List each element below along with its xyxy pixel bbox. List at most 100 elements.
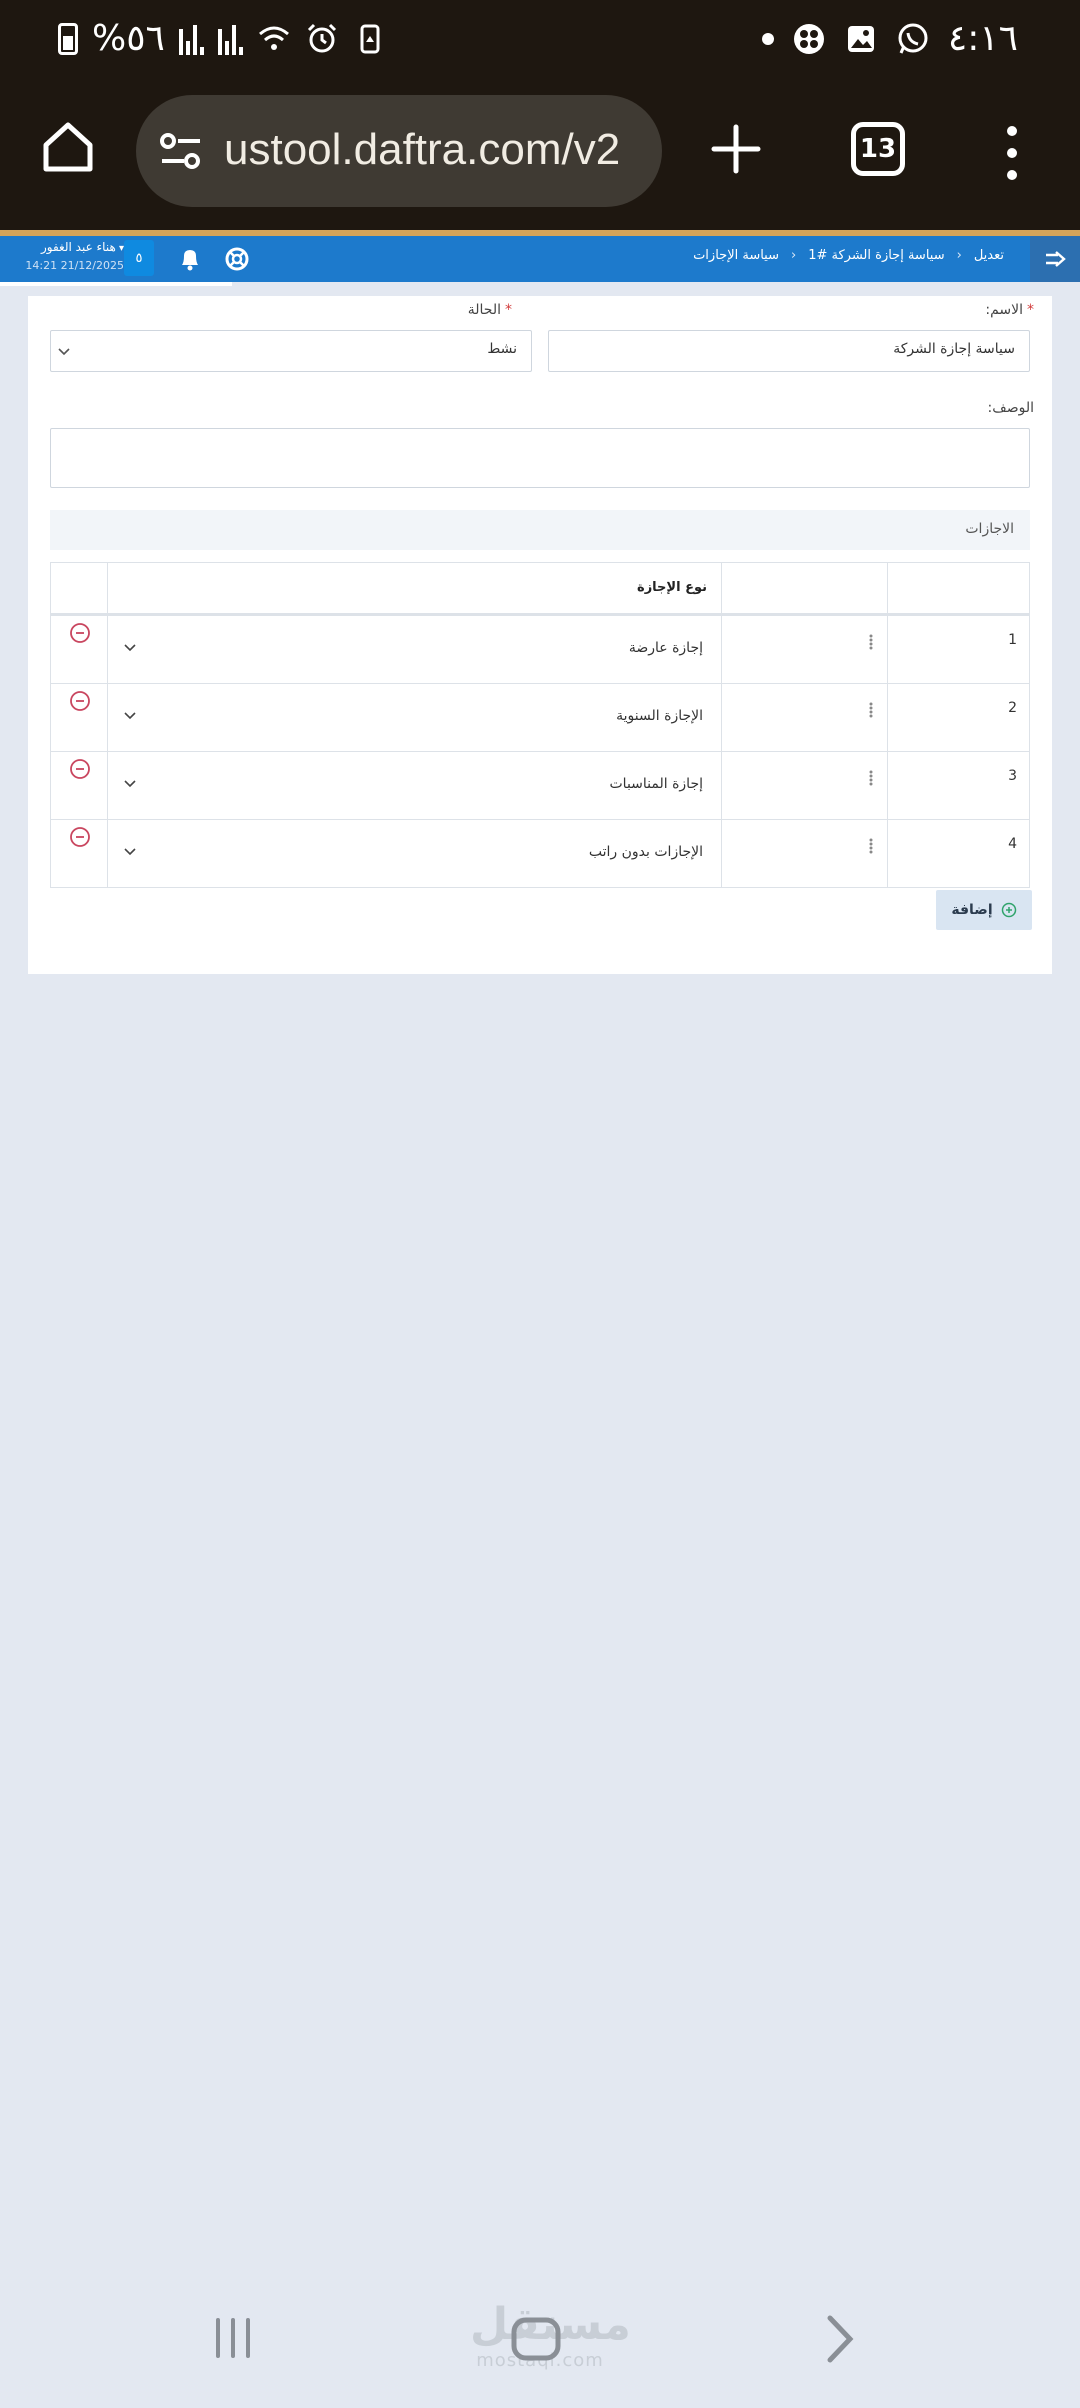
drag-handle-icon[interactable] (868, 838, 874, 854)
table-row: 3 إجازة المناسبات (51, 751, 1029, 819)
row-number-cell: 3 (887, 752, 1031, 819)
breadcrumb-separator-icon: ‹ (790, 248, 797, 263)
remove-row-icon[interactable] (69, 826, 91, 848)
home-nav-icon[interactable] (508, 2314, 564, 2364)
actions-cell (51, 616, 107, 683)
browser-toolbar: ustool.daftra.com/v2 13 (0, 95, 1080, 210)
table-header-row: نوع الإجازة (51, 563, 1029, 615)
name-label: *الاسم: (985, 302, 1034, 318)
menu-arrow-icon (1046, 251, 1066, 267)
new-tab-icon[interactable] (708, 121, 764, 177)
address-bar[interactable]: ustool.daftra.com/v2 (136, 95, 662, 207)
header-cell-actions (51, 563, 107, 613)
status-select[interactable]: نشط (50, 330, 532, 372)
row-number: 3 (1008, 768, 1017, 784)
header-cell-type: نوع الإجازة (107, 563, 721, 613)
leaves-section-header: الاجازات (50, 510, 1030, 550)
notification-count-badge[interactable]: ٥ (124, 240, 154, 276)
user-name-row: ▾ هناء عبد الغفور (6, 238, 124, 258)
row-number: 1 (1008, 632, 1017, 648)
remove-row-icon[interactable] (69, 758, 91, 780)
drag-handle-icon[interactable] (868, 702, 874, 718)
status-label: *الحالة (467, 302, 512, 318)
description-textarea[interactable] (50, 428, 1030, 488)
sidebar-toggle-button[interactable] (1030, 236, 1080, 282)
table-row: 4 الإجازات بدون راتب (51, 819, 1029, 887)
row-number-cell: 2 (887, 684, 1031, 751)
leave-type-select[interactable]: إجازة عارضة (107, 616, 721, 683)
chevron-down-icon (58, 348, 70, 356)
remove-row-icon[interactable] (69, 690, 91, 712)
drag-cell (721, 616, 887, 683)
wifi-icon (258, 26, 289, 50)
leave-type-select[interactable]: إجازة المناسبات (107, 752, 721, 819)
alarm-icon (307, 23, 336, 52)
status-right: ٤:١٦ (761, 18, 1018, 59)
status-bar: %٥٦ ٤:١٦ (0, 0, 1080, 88)
browser-chrome: %٥٦ ٤:١٦ ustool.daftra.com/v2 13 (0, 0, 1080, 232)
notification-dot-icon (761, 32, 774, 45)
drag-handle-icon[interactable] (868, 770, 874, 786)
breadcrumb: سياسة الإجازات ‹ سياسة إجازة الشركة #1 ‹… (693, 248, 1004, 263)
breadcrumb-item-leave-policies[interactable]: سياسة الإجازات (693, 248, 779, 263)
actions-cell (51, 684, 107, 751)
battery-saver-icon (360, 24, 380, 53)
caret-down-icon: ▾ (115, 243, 124, 254)
site-settings-icon[interactable] (158, 129, 204, 173)
row-number-cell: 4 (887, 820, 1031, 887)
header-underline (0, 282, 232, 286)
name-input[interactable]: سياسة إجازة الشركة (548, 330, 1030, 372)
leave-type-select[interactable]: الإجازات بدون راتب (107, 820, 721, 887)
app-notification-icon (793, 23, 824, 54)
header-cell-drag (721, 563, 887, 613)
leave-type-value: إجازة عارضة (628, 640, 703, 656)
row-number-cell: 1 (887, 616, 1031, 683)
leave-type-value: الإجازة السنوية (616, 708, 703, 724)
help-lifebuoy-icon[interactable] (224, 246, 250, 272)
status-left: %٥٦ (58, 18, 387, 59)
breadcrumb-item-company-policy[interactable]: سياسة إجازة الشركة #1 (808, 248, 944, 263)
chevron-down-icon (124, 848, 136, 856)
row-number: 2 (1008, 700, 1017, 716)
actions-cell (51, 752, 107, 819)
table-row: 2 الإجازة السنوية (51, 683, 1029, 751)
table-row: 1 إجازة عارضة (51, 615, 1029, 683)
back-nav-icon[interactable] (822, 2312, 858, 2366)
leave-type-value: الإجازات بدون راتب (588, 844, 703, 860)
url-text[interactable]: ustool.daftra.com/v2 (224, 125, 652, 175)
drag-cell (721, 820, 887, 887)
drag-handle-icon[interactable] (868, 634, 874, 650)
tab-switcher-button[interactable]: 13 (851, 122, 905, 176)
leave-type-value: إجازة المناسبات (609, 776, 704, 792)
notifications-bell-icon[interactable] (178, 246, 202, 272)
breadcrumb-separator-icon: ‹ (956, 248, 962, 263)
add-leave-button[interactable]: إضافة (936, 890, 1032, 930)
remove-row-icon[interactable] (69, 622, 91, 644)
user-menu[interactable]: ▾ هناء عبد الغفور 14:21 21/12/2025 (6, 238, 124, 280)
chevron-down-icon (124, 780, 136, 788)
leave-type-select[interactable]: الإجازة السنوية (107, 684, 721, 751)
row-number: 4 (1008, 836, 1017, 852)
column-header-leave-type: نوع الإجازة (637, 580, 707, 595)
drag-cell (721, 684, 887, 751)
chevron-down-icon (124, 712, 136, 720)
battery-level: %٥٦ (92, 18, 165, 59)
actions-cell (51, 820, 107, 887)
signal-icon (178, 23, 204, 55)
plus-circle-icon (1001, 902, 1016, 918)
drag-cell (721, 752, 887, 819)
user-datetime: 14:21 21/12/2025 (25, 259, 124, 272)
status-value: نشط (487, 341, 517, 357)
add-button-label: إضافة (951, 902, 993, 918)
required-mark: * (505, 302, 512, 318)
leave-types-table: نوع الإجازة 1 إجازة عارضة 2 الإجازة السن… (50, 562, 1030, 888)
signal-icon-2 (217, 23, 243, 55)
battery-icon (58, 22, 78, 55)
required-mark: * (1027, 302, 1034, 318)
recent-apps-icon[interactable] (212, 2316, 254, 2360)
user-name: هناء عبد الغفور (40, 240, 116, 254)
clock: ٤:١٦ (947, 18, 1018, 59)
browser-menu-icon[interactable] (1000, 123, 1024, 183)
browser-home-icon[interactable] (40, 119, 96, 175)
header-cell-number (887, 563, 1031, 613)
